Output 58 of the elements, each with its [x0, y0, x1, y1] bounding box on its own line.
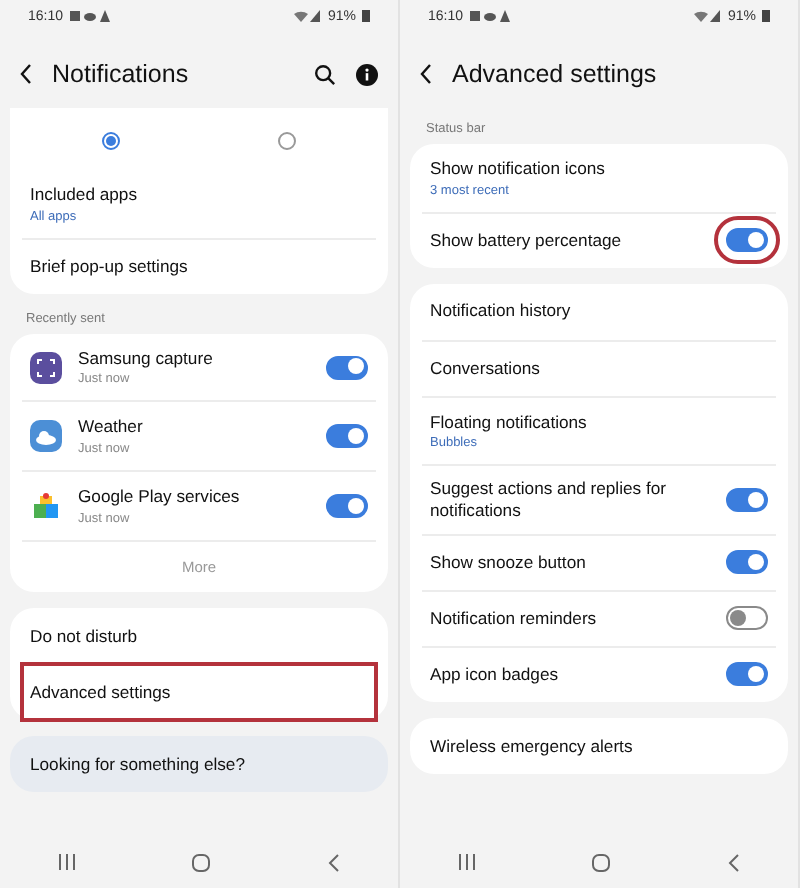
toggle-switch[interactable] — [326, 355, 368, 380]
row-title: Notification reminders — [430, 608, 599, 630]
row-title: Show snooze button — [430, 552, 588, 574]
row-title: Weather — [78, 416, 145, 439]
toggle-switch[interactable] — [326, 424, 368, 449]
settings-row[interactable]: Wireless emergency alerts — [422, 717, 776, 774]
back-icon[interactable] — [20, 64, 32, 84]
row-title: Conversations — [430, 357, 542, 380]
home-icon[interactable] — [592, 853, 611, 871]
info-icon[interactable] — [356, 63, 378, 85]
settings-row[interactable]: Advanced settings — [22, 663, 376, 720]
search-icon[interactable] — [314, 63, 336, 85]
toggle-switch[interactable] — [726, 606, 768, 631]
settings-row[interactable]: Notification reminders — [422, 589, 776, 646]
home-icon[interactable] — [192, 853, 211, 871]
row-title: Samsung capture — [78, 347, 215, 369]
app-icon — [30, 351, 62, 384]
row-title: Google Play services — [78, 486, 242, 508]
radio-button[interactable] — [278, 132, 297, 150]
settings-row[interactable]: Do not disturb — [22, 607, 376, 664]
settings-row[interactable]: Looking for something else? — [22, 735, 376, 792]
signal-icons-drawing — [293, 10, 322, 22]
row-title: Brief pop-up settings — [30, 255, 190, 278]
settings-row[interactable]: Show snooze button — [422, 533, 776, 590]
settings-row[interactable]: Show battery percentage — [422, 211, 776, 268]
row-title: Show notification icons — [430, 158, 607, 180]
back-icon[interactable] — [420, 64, 432, 84]
row-title: Advanced settings — [30, 682, 173, 704]
screen-title: Advanced settings — [452, 60, 659, 88]
row-title: Looking for something else? — [30, 753, 247, 775]
row-title: Included apps — [30, 184, 140, 206]
row-title: Notification history — [430, 300, 573, 323]
settings-row[interactable]: Conversations — [422, 339, 776, 396]
signal-icons-drawing — [693, 10, 722, 22]
row-title: Suggest actions and replies for notifications — [430, 478, 668, 522]
settings-row[interactable]: Notification history — [422, 283, 776, 340]
settings-row[interactable]: App icon badges — [422, 645, 776, 702]
row-title: App icon badges — [430, 664, 561, 686]
settings-row[interactable]: Suggest actions and replies for notifications — [422, 464, 776, 534]
battery-icon — [762, 10, 770, 22]
battery-icon — [362, 10, 370, 22]
status-icons-drawing — [469, 10, 510, 22]
recent-apps-icon[interactable] — [458, 854, 477, 870]
puzzle-icon — [30, 490, 62, 523]
row-title: Show battery percentage — [430, 229, 624, 252]
toggle-switch[interactable] — [726, 488, 768, 513]
cloud-icon — [30, 420, 62, 453]
radio-button[interactable] — [101, 132, 120, 150]
toggle-switch[interactable] — [726, 550, 768, 575]
settings-row[interactable]: Brief pop-up settings — [22, 237, 376, 294]
row-title: Do not disturb — [30, 625, 140, 647]
row-title: Floating notifications — [430, 411, 589, 433]
row-title: Wireless emergency alerts — [430, 735, 635, 757]
toggle-switch[interactable] — [726, 662, 768, 687]
screen-title: Notifications — [52, 60, 191, 88]
status-icons-drawing — [69, 10, 110, 22]
toggle-switch[interactable] — [326, 494, 368, 519]
recent-apps-icon[interactable] — [58, 854, 77, 870]
